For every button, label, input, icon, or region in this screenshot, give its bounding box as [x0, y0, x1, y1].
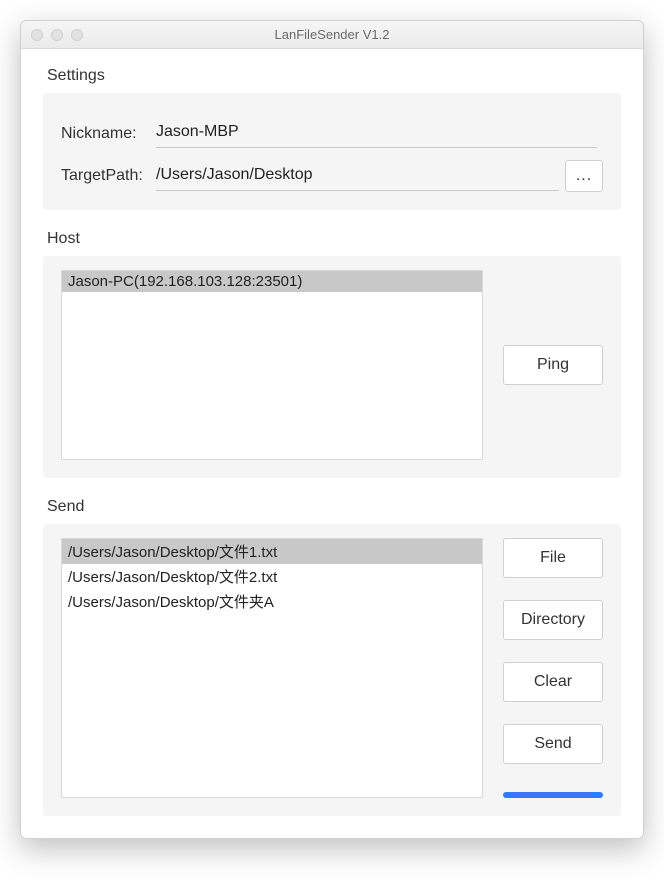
clear-button[interactable]: Clear — [503, 662, 603, 702]
targetpath-input[interactable] — [156, 162, 559, 191]
browse-button[interactable]: ... — [565, 160, 603, 192]
settings-heading: Settings — [47, 67, 621, 85]
window-content: Settings Nickname: TargetPath: ... Host … — [21, 49, 643, 838]
targetpath-label: TargetPath: — [61, 167, 156, 185]
send-progress — [503, 792, 603, 798]
host-list-item[interactable]: Jason-PC(192.168.103.128:23501) — [62, 271, 482, 292]
close-icon[interactable] — [31, 29, 43, 41]
send-button[interactable]: Send — [503, 724, 603, 764]
nickname-label: Nickname: — [61, 125, 156, 143]
window-title: LanFileSender V1.2 — [21, 27, 643, 42]
send-list[interactable]: /Users/Jason/Desktop/文件1.txt/Users/Jason… — [61, 538, 483, 798]
zoom-icon[interactable] — [71, 29, 83, 41]
titlebar: LanFileSender V1.2 — [21, 21, 643, 49]
ping-button[interactable]: Ping — [503, 345, 603, 385]
send-progress-bar — [503, 792, 603, 798]
send-list-item[interactable]: /Users/Jason/Desktop/文件夹A — [62, 589, 482, 614]
host-list[interactable]: Jason-PC(192.168.103.128:23501) — [61, 270, 483, 460]
nickname-row: Nickname: — [61, 119, 603, 148]
host-heading: Host — [47, 230, 621, 248]
file-button[interactable]: File — [503, 538, 603, 578]
send-list-item[interactable]: /Users/Jason/Desktop/文件1.txt — [62, 539, 482, 564]
settings-panel: Nickname: TargetPath: ... — [43, 93, 621, 210]
nickname-input[interactable] — [156, 119, 597, 148]
directory-button[interactable]: Directory — [503, 600, 603, 640]
send-panel: /Users/Jason/Desktop/文件1.txt/Users/Jason… — [43, 524, 621, 816]
targetpath-row: TargetPath: ... — [61, 160, 603, 192]
send-buttons: File Directory Clear Send — [503, 538, 603, 798]
window-controls — [31, 29, 83, 41]
host-buttons: Ping — [503, 270, 603, 460]
app-window: LanFileSender V1.2 Settings Nickname: Ta… — [20, 20, 644, 839]
minimize-icon[interactable] — [51, 29, 63, 41]
send-list-item[interactable]: /Users/Jason/Desktop/文件2.txt — [62, 564, 482, 589]
send-heading: Send — [47, 498, 621, 516]
host-panel: Jason-PC(192.168.103.128:23501) Ping — [43, 256, 621, 478]
